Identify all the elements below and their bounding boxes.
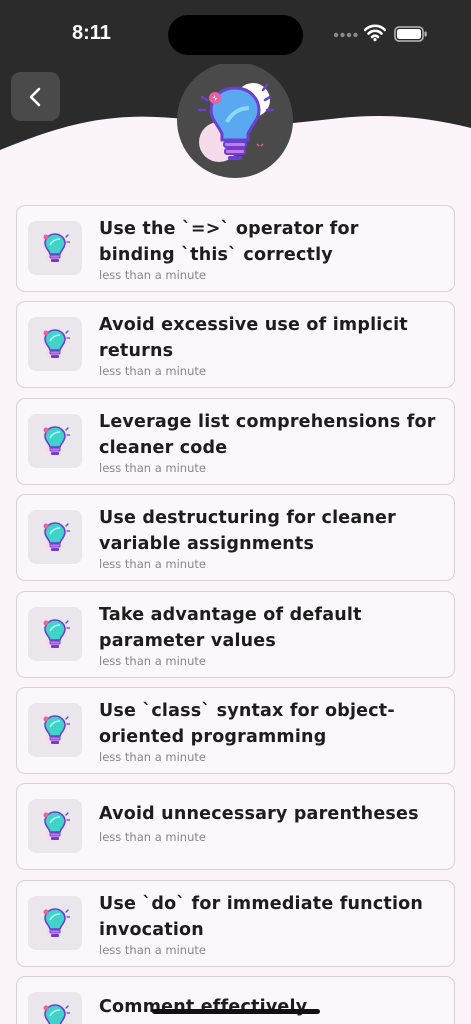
- dynamic-island: [168, 15, 303, 55]
- lightbulb-icon: [43, 522, 70, 553]
- lightbulb-icon: [43, 329, 70, 360]
- tip-thumbnail: [28, 895, 82, 950]
- tip-title: Use the `=>` operator for binding `this`…: [99, 219, 359, 265]
- tip-duration: less than a minute: [99, 653, 206, 668]
- lightbulb-icon: [43, 618, 70, 649]
- tip-title: Use `do` for immediate function invocati…: [99, 893, 424, 940]
- status-bar: 8:11: [0, 0, 471, 60]
- lightbulb-icon: [43, 907, 70, 938]
- tip-card[interactable]: Leverage list comprehensions for cleaner…: [16, 397, 455, 485]
- tip-duration: less than a minute: [99, 557, 206, 572]
- tip-thumbnail: [28, 992, 82, 1024]
- wifi-icon: [364, 24, 386, 42]
- hero-lightbulb: [177, 62, 293, 180]
- tip-title: Avoid excessive use of implicit returns: [99, 315, 408, 362]
- tip-title: Avoid unnecessary parentheses: [99, 804, 419, 825]
- tip-card[interactable]: Take advantage of default parameter valu…: [16, 590, 455, 678]
- status-time: 8:11: [72, 22, 111, 44]
- tip-title: Comment effectively: [99, 997, 308, 1018]
- tip-duration: less than a minute: [99, 942, 206, 957]
- tip-duration: less than a minute: [99, 749, 206, 764]
- lightbulb-icon: [43, 233, 70, 263]
- lightbulb-icon: [43, 811, 70, 842]
- tip-duration: less than a minute: [99, 460, 206, 475]
- tip-thumbnail: [28, 606, 82, 661]
- tip-thumbnail: [28, 317, 82, 372]
- tip-card[interactable]: Comment effectively less than a minute: [16, 976, 455, 1024]
- tip-card[interactable]: Use destructuring for cleaner variable a…: [16, 494, 455, 582]
- tip-thumbnail: [28, 702, 82, 757]
- tip-card[interactable]: Avoid unnecessary parentheses less than …: [16, 783, 455, 871]
- home-indicator: [152, 1009, 320, 1014]
- chevron-left-icon: [29, 87, 40, 106]
- tip-duration: less than a minute: [99, 830, 206, 845]
- tip-title: Take advantage of default parameter valu…: [99, 604, 362, 651]
- tip-title: Use `class` syntax for object-oriented p…: [99, 700, 395, 747]
- tip-title: Use destructuring for cleaner variable a…: [99, 508, 396, 555]
- lightbulb-icon: [177, 62, 293, 178]
- tip-card[interactable]: Use the `=>` operator for binding `this`…: [16, 205, 455, 292]
- signal-icon: [333, 32, 358, 38]
- tip-duration: less than a minute: [99, 364, 206, 379]
- tips-list: Use the `=>` operator for binding `this`…: [16, 205, 455, 1024]
- tip-card[interactable]: Use `class` syntax for object-oriented p…: [16, 686, 455, 774]
- tip-thumbnail: [28, 413, 82, 468]
- tip-thumbnail: [28, 221, 82, 275]
- lightbulb-icon: [43, 715, 70, 745]
- back-button[interactable]: [11, 72, 60, 121]
- battery-icon: [394, 26, 427, 42]
- tip-thumbnail: [28, 799, 82, 854]
- tip-card[interactable]: Avoid excessive use of implicit returns …: [16, 301, 455, 389]
- tip-card[interactable]: Use `do` for immediate function invocati…: [16, 879, 455, 967]
- tip-duration: less than a minute: [99, 268, 206, 282]
- tip-thumbnail: [28, 510, 82, 565]
- lightbulb-icon: [43, 425, 70, 456]
- lightbulb-icon: [43, 1004, 70, 1024]
- tip-title: Leverage list comprehensions for cleaner…: [99, 411, 436, 458]
